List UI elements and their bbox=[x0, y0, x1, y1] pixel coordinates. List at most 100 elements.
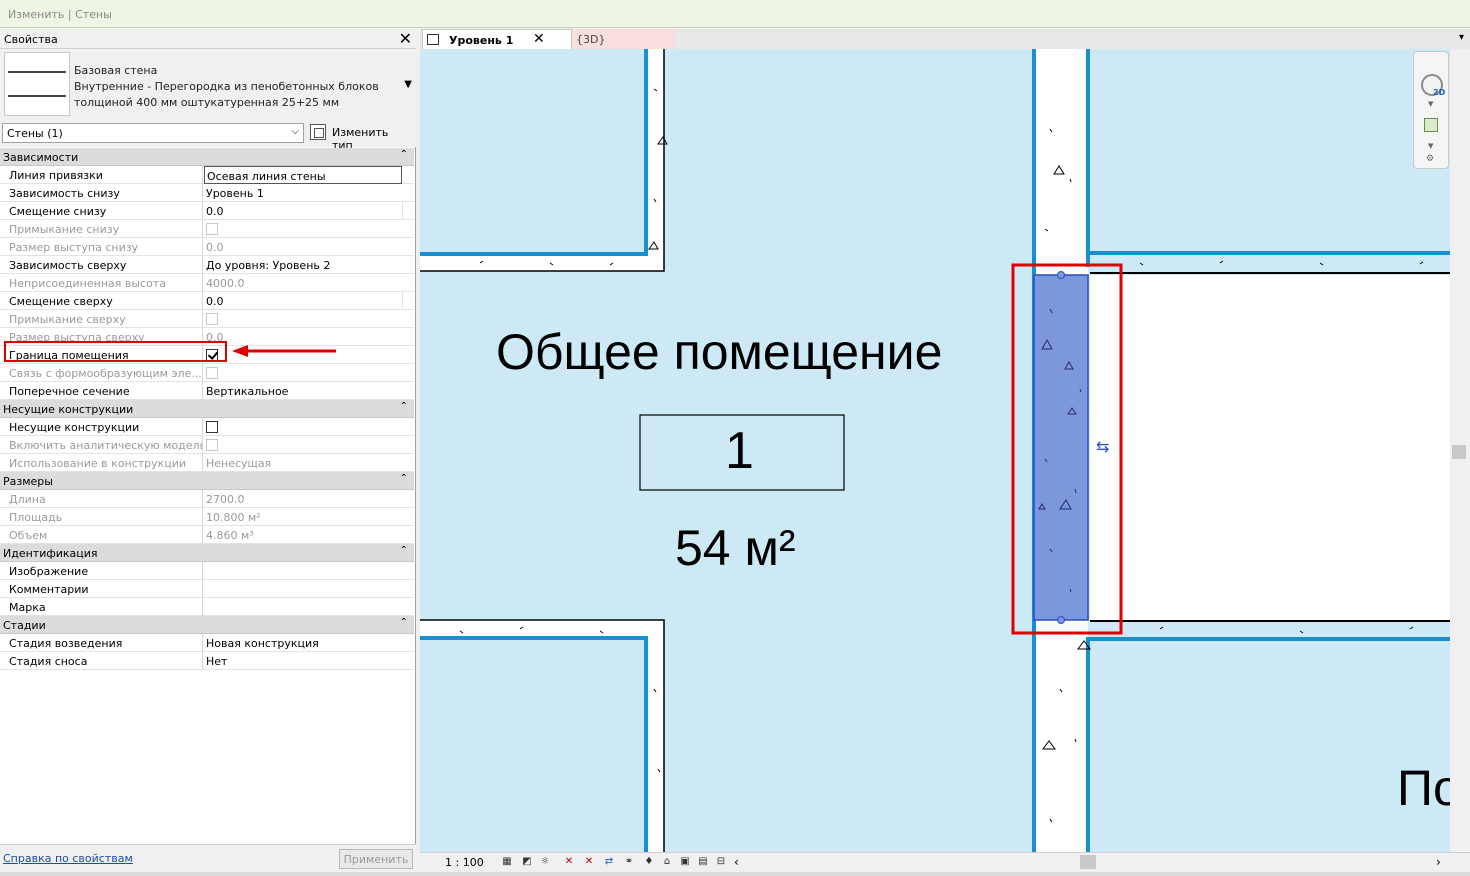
property-row[interactable]: Зависимость снизу Уровень 1 bbox=[0, 184, 414, 202]
group-structural[interactable]: Несущие конструкции ⌃ bbox=[0, 400, 414, 418]
property-value bbox=[204, 436, 402, 454]
property-row[interactable]: Комментарии bbox=[0, 580, 414, 598]
property-name: Марка bbox=[0, 598, 203, 616]
structural-checkbox[interactable] bbox=[206, 421, 218, 433]
crop-view-icon[interactable]: ✕ bbox=[582, 856, 596, 868]
scroll-right-icon[interactable]: › bbox=[1436, 855, 1441, 869]
property-row[interactable]: Марка bbox=[0, 598, 414, 616]
properties-help-link[interactable]: Справка по свойствам bbox=[3, 852, 133, 865]
collapse-icon[interactable]: ⌃ bbox=[400, 473, 408, 484]
property-value[interactable]: Новая конструкция bbox=[204, 634, 402, 652]
property-value[interactable] bbox=[204, 598, 402, 616]
type-selector[interactable]: Базовая стена Внутренние - Перегородка и… bbox=[0, 49, 416, 119]
property-value[interactable]: Уровень 1 bbox=[204, 184, 402, 202]
property-row[interactable]: Смещение сверху 0.0 bbox=[0, 292, 414, 310]
property-value: 10.800 м² bbox=[206, 511, 261, 524]
property-value: 4000.0 bbox=[206, 277, 245, 290]
analytical-model-icon[interactable]: ▣ bbox=[678, 856, 692, 868]
property-row: Примыкание снизу bbox=[0, 220, 414, 238]
property-value: Ненесущая bbox=[206, 457, 272, 470]
apply-button[interactable]: Применить bbox=[339, 849, 413, 869]
lock-view-icon[interactable]: ⌂ bbox=[660, 856, 674, 868]
property-row[interactable]: Смещение снизу 0.0 bbox=[0, 202, 414, 220]
instance-filter-select[interactable]: Стены (1) ⌵ bbox=[2, 123, 304, 143]
room-name-label[interactable]: Общее помещение bbox=[496, 323, 942, 381]
property-row[interactable]: Поперечное сечение Вертикальное bbox=[0, 382, 414, 400]
wall-type-preview bbox=[4, 52, 70, 116]
shadows-icon[interactable]: ✕ bbox=[562, 856, 576, 868]
tab-level-1[interactable]: Уровень 1 ✕ bbox=[422, 29, 572, 49]
property-row[interactable]: Зависимость сверху До уровня: Уровень 2 bbox=[0, 256, 414, 274]
property-name: Размер выступа снизу bbox=[0, 238, 203, 256]
collapse-icon[interactable]: ⌃ bbox=[400, 545, 408, 556]
property-value: 4.860 м³ bbox=[206, 529, 254, 542]
group-dimensions[interactable]: Размеры ⌃ bbox=[0, 472, 414, 490]
close-icon[interactable]: ✕ bbox=[399, 29, 412, 49]
group-phasing[interactable]: Стадии ⌃ bbox=[0, 616, 414, 634]
sun-path-icon[interactable]: ☼ bbox=[538, 856, 552, 868]
drawing-area[interactable]: Общее помещение 1 54 м² По ⇆ bbox=[420, 49, 1450, 852]
property-value[interactable]: 0.0 bbox=[204, 292, 402, 310]
property-name: Смещение сверху bbox=[0, 292, 203, 310]
property-row[interactable]: Изображение bbox=[0, 562, 414, 580]
scroll-left-icon[interactable]: ‹ bbox=[734, 855, 739, 869]
settings-icon[interactable]: ⚙ bbox=[1426, 154, 1434, 164]
temporary-hide-icon[interactable]: ⚭ bbox=[622, 856, 636, 868]
highlight-box bbox=[4, 341, 227, 362]
property-value[interactable] bbox=[204, 562, 402, 580]
property-row[interactable]: Стадия возведения Новая конструкция bbox=[0, 634, 414, 652]
selected-wall bbox=[1033, 274, 1089, 621]
property-value[interactable]: 0.0 bbox=[204, 202, 402, 220]
edit-type-button[interactable]: Изменить тип bbox=[310, 123, 412, 152]
visual-style-icon[interactable]: ◩ bbox=[520, 856, 534, 868]
property-row[interactable]: Несущие конструкции bbox=[0, 418, 414, 436]
collapse-icon[interactable]: ⌃ bbox=[400, 401, 408, 412]
detail-level-icon[interactable]: ▦ bbox=[500, 856, 514, 868]
property-name: Примыкание снизу bbox=[0, 220, 203, 238]
group-identity[interactable]: Идентификация ⌃ bbox=[0, 544, 414, 562]
type-selector-text: Базовая стена Внутренние - Перегородка и… bbox=[74, 63, 394, 111]
highlight-displacement-icon[interactable]: ▤ bbox=[696, 856, 710, 868]
property-row: Объем 4.860 м³ bbox=[0, 526, 414, 544]
partial-room-label[interactable]: По bbox=[1397, 759, 1450, 817]
floor-plan-drawing[interactable] bbox=[420, 49, 1450, 852]
grid-scrollbar[interactable] bbox=[402, 202, 414, 220]
collapse-icon[interactable]: ⌃ bbox=[400, 617, 408, 628]
properties-footer: Справка по свойствам Применить bbox=[0, 844, 416, 872]
property-value: 0.0 bbox=[206, 331, 224, 344]
property-row[interactable]: Линия привязки Осевая линия стены bbox=[0, 166, 414, 184]
show-crop-icon[interactable]: ⇄ bbox=[602, 856, 616, 868]
group-constraints[interactable]: Зависимости ⌃ bbox=[0, 148, 414, 166]
property-value[interactable] bbox=[204, 580, 402, 598]
property-row[interactable]: Стадия сноса Нет bbox=[0, 652, 414, 670]
grid-scrollbar[interactable] bbox=[402, 292, 414, 310]
property-name: Стадия возведения bbox=[0, 634, 203, 652]
property-row: Включить аналитическую модель bbox=[0, 436, 414, 454]
chevron-down-icon[interactable]: ▼ bbox=[404, 79, 412, 90]
type-name-line-2: толщиной 400 мм оштукатуренная 25+25 мм bbox=[74, 96, 340, 109]
collapse-icon[interactable]: ⌃ bbox=[400, 149, 408, 160]
flip-orientation-icon[interactable]: ⇆ bbox=[1096, 437, 1109, 456]
close-tab-icon[interactable]: ✕ bbox=[533, 31, 545, 47]
property-value[interactable] bbox=[204, 418, 402, 436]
room-number-label[interactable]: 1 bbox=[725, 421, 754, 481]
zoom-icon[interactable] bbox=[1424, 118, 1438, 132]
scrollbar-thumb[interactable] bbox=[1452, 445, 1466, 459]
room-area-label[interactable]: 54 м² bbox=[675, 519, 796, 577]
chevron-down-icon[interactable]: ▼ bbox=[1428, 100, 1433, 108]
view-scale[interactable]: 1 : 100 bbox=[445, 856, 484, 869]
property-value[interactable]: Нет bbox=[204, 652, 402, 670]
property-value-input[interactable]: Осевая линия стены bbox=[204, 166, 402, 184]
reveal-hidden-icon[interactable]: ♦ bbox=[642, 856, 656, 868]
constraints-icon[interactable]: ⊟ bbox=[714, 856, 728, 868]
property-value[interactable]: До уровня: Уровень 2 bbox=[204, 256, 402, 274]
property-value[interactable]: Вертикальное bbox=[204, 382, 402, 400]
chevron-down-icon[interactable]: ▼ bbox=[1428, 142, 1433, 150]
view-control-bar: 1 : 100 ▦ ◩ ☼ ✕ ✕ ⇄ ⚭ ♦ ⌂ ▣ ▤ ⊟ ‹ › bbox=[420, 852, 1470, 872]
horizontal-scrollbar-thumb[interactable] bbox=[1080, 855, 1096, 869]
properties-title: Свойства bbox=[4, 33, 58, 46]
property-name: Стадия сноса bbox=[0, 652, 203, 670]
property-value: 2700.0 bbox=[206, 493, 245, 506]
vertical-scrollbar[interactable] bbox=[1450, 49, 1470, 852]
tab-menu-icon[interactable]: ▾ bbox=[1459, 32, 1464, 43]
